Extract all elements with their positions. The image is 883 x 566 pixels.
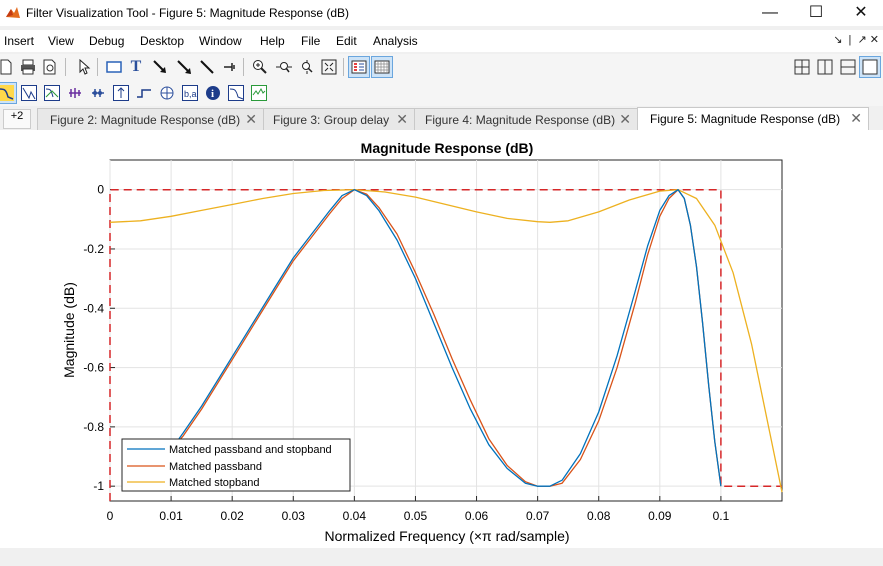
y-tick-label: -0.4 [83,301,104,315]
magnitude-response-icon[interactable] [0,82,17,104]
magnitude-response-chart[interactable]: Magnitude Response (dB) 0 0.01 0.02 0.03 0.0… [0,130,883,548]
layout-rows-icon[interactable] [838,57,858,77]
tab-figure-4[interactable]: Figure 4: Magnitude Response (dB) ✕ [414,108,638,130]
maximize-icon[interactable]: ☐ [793,0,839,26]
x-tick-label: 0.03 [282,509,306,523]
x-tick-label: 0 [107,509,114,523]
y-tick-label: -1 [93,479,104,493]
tab-label: Figure 5: Magnitude Response (dB) [650,112,841,126]
chart-title: Magnitude Response (dB) [361,140,534,156]
impulse-response-icon[interactable] [111,83,131,103]
svg-text:i: i [211,88,214,100]
x-tick-label: 0.07 [526,509,550,523]
noise-power-icon[interactable] [249,83,269,103]
menu-analysis[interactable]: Analysis [373,34,418,48]
title-bar: Filter Visualization Tool - Figure 5: Ma… [0,0,883,26]
filter-coefficients-icon[interactable]: b,a [180,83,200,103]
pin-icon[interactable] [219,57,239,77]
svg-text:b,a: b,a [184,89,197,99]
filter-info-icon[interactable]: i [203,83,223,103]
insert-rectangle-icon[interactable] [104,57,124,77]
tab-figure-5[interactable]: Figure 5: Magnitude Response (dB) ✕ [637,107,869,131]
matlab-app-icon [6,7,20,18]
legend[interactable]: Matched passband and stopband Matched pa… [121,438,351,492]
x-axis-label: Normalized Frequency (×π rad/sample) [324,528,569,544]
tab-overflow-label: +2 [10,110,24,122]
full-view-icon[interactable] [319,57,339,77]
menu-view[interactable]: View [48,34,74,48]
print-preview-icon[interactable] [40,57,60,77]
zoom-x-icon[interactable] [274,57,294,77]
tab-figure-3[interactable]: Figure 3: Group delay ✕ [263,108,415,130]
y-tick-label: -0.8 [83,420,104,434]
legend-entry-1: Matched passband and stopband [169,444,332,456]
x-tick-label: 0.02 [221,509,245,523]
tab-label: Figure 4: Magnitude Response (dB) [425,113,616,127]
legend-entry-3: Matched stopband [169,477,260,489]
menu-help[interactable]: Help [260,34,285,48]
x-tick-label: 0.1 [713,509,730,523]
tab-label: Figure 3: Group delay [273,113,390,127]
y-tick-label: -0.2 [83,242,104,256]
x-tick-label: 0.04 [343,509,367,523]
window-title: Filter Visualization Tool - Figure 5: Ma… [26,6,350,20]
minimize-icon[interactable]: — [747,0,793,26]
toolbar-separator [65,58,66,76]
menu-edit[interactable]: Edit [336,34,357,48]
menu-bar: Insert View Debug Desktop Window Help Fi… [0,30,883,52]
toolbar-main: T [0,54,883,81]
menu-desktop[interactable]: Desktop [140,34,184,48]
toolbar-separator [243,58,244,76]
legend-icon[interactable] [348,56,370,78]
insert-arrow-icon[interactable] [150,57,170,77]
tab-overflow-button[interactable]: +2 [3,109,31,129]
print-icon[interactable] [18,57,38,77]
x-tick-label: 0.05 [404,509,428,523]
tab-close-icon[interactable]: ✕ [245,111,257,128]
zoom-y-icon[interactable] [297,57,317,77]
tab-label: Figure 2: Magnitude Response (dB) [50,113,241,127]
x-tick-label: 0.01 [159,509,183,523]
insert-line-icon[interactable] [197,57,217,77]
group-delay-icon[interactable] [65,83,85,103]
dock-arrow-icon[interactable]: ↘ | ↗ ✕ [833,33,879,46]
menu-window[interactable]: Window [199,34,242,48]
zoom-in-icon[interactable] [250,57,270,77]
x-tick-label: 0.08 [587,509,611,523]
pole-zero-icon[interactable] [157,83,177,103]
grid-icon[interactable] [371,56,393,78]
phase-response-icon[interactable] [19,83,39,103]
tab-close-icon[interactable]: ✕ [396,111,408,128]
y-axis-label: Magnitude (dB) [61,282,77,378]
y-tick-label: 0 [97,183,104,197]
tab-close-icon[interactable]: ✕ [619,111,631,128]
x-tick-label: 0.09 [648,509,672,523]
layout-single-icon[interactable] [859,56,881,78]
new-figure-icon[interactable] [0,57,16,77]
pointer-icon[interactable] [74,57,94,77]
mag-phase-icon[interactable] [42,83,62,103]
menu-debug[interactable]: Debug [89,34,124,48]
layout-grid-icon[interactable] [792,57,812,77]
tab-figure-2[interactable]: Figure 2: Magnitude Response (dB) ✕ [37,108,264,130]
figure-canvas[interactable]: Magnitude Response (dB) 0 0.01 0.02 0.03 0.0… [0,130,883,548]
layout-columns-icon[interactable] [815,57,835,77]
status-bar [0,548,883,566]
menu-insert[interactable]: Insert [4,34,34,48]
phase-delay-icon[interactable] [88,83,108,103]
menu-file[interactable]: File [301,34,320,48]
insert-double-arrow-icon[interactable] [174,57,194,77]
figure-tab-strip: +2 Figure 2: Magnitude Response (dB) ✕ F… [0,106,883,131]
legend-entry-2: Matched passband [169,461,262,473]
tab-close-icon[interactable]: ✕ [850,110,862,127]
x-tick-label: 0.06 [465,509,489,523]
y-tick-label: -0.6 [83,361,104,375]
toolbar-separator [97,58,98,76]
magnitude-estimate-icon[interactable] [226,83,246,103]
step-response-icon[interactable] [134,83,154,103]
toolbar-separator [343,58,344,76]
toolbar-analysis: b,a i [0,80,883,107]
close-icon[interactable]: ✕ [838,0,883,26]
insert-text-icon[interactable]: T [126,57,146,77]
